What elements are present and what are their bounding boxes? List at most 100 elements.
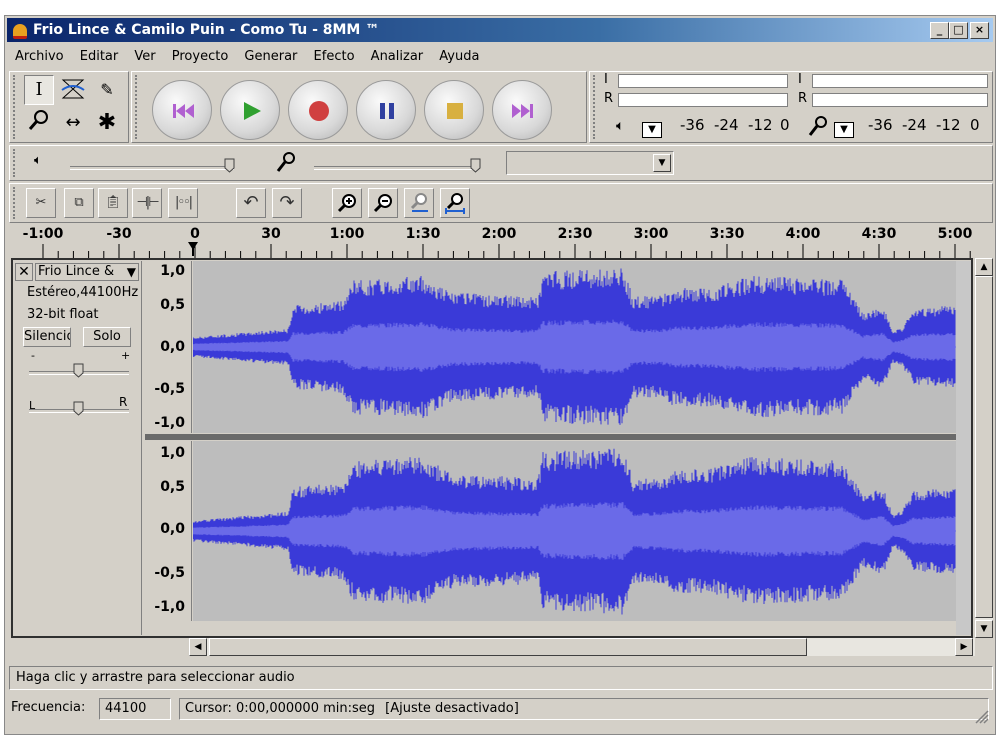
output-volume-thumb[interactable] [224,158,235,173]
speaker-icon[interactable]: 🔈︎ [616,118,624,134]
scroll-right-icon[interactable]: ▶ [955,638,973,656]
timeline-tick: 5:00 [937,226,973,242]
pan-thumb[interactable] [73,401,84,416]
solo-button[interactable]: Solo [83,327,131,347]
menu-analizar[interactable]: Analizar [365,46,429,68]
waveform-svg [193,448,956,615]
toolbar-grip[interactable] [593,75,601,139]
menu-ver[interactable]: Ver [128,46,161,68]
playback-dropdown-icon[interactable]: ▼ [642,122,662,138]
cursor-position: Cursor: 0:00,000000 min:seg [Ajuste desa… [179,698,989,720]
zoom-tool-icon[interactable] [24,108,54,138]
mixer-toolbar: 🔈︎ ▼ [9,145,993,181]
input-source-select[interactable]: ▼ [506,151,674,175]
resize-grip-icon[interactable] [975,710,989,724]
timeline-tick: 3:00 [633,226,669,242]
input-volume-slider[interactable] [314,166,478,170]
cursor-readout: Cursor: 0:00,000000 min:seg [185,701,376,716]
edit-toolbar: ✂ ⧉ 📋︎ ⊣|⊢ |◦◦| ↶ ↷ [9,183,993,223]
fast-forward-button[interactable] [492,80,552,140]
status-hint: Haga clic y arrastre para seleccionar au… [9,666,993,690]
toolbar-grip[interactable] [13,187,21,219]
vertical-scroll-thumb[interactable] [975,276,993,618]
gain-minus-label: - [31,349,35,362]
draw-tool-icon[interactable]: ✎ [92,75,122,105]
input-volume-thumb[interactable] [470,158,481,173]
rate-field[interactable]: 44100 [99,698,171,720]
pause-button[interactable] [356,80,416,140]
cut-icon[interactable]: ✂ [26,188,56,218]
window-title: Frio Lince & Camilo Puin - Como Tu - 8MM… [33,22,380,38]
timeline-tick: 2:30 [557,226,593,242]
envelope-tool-icon[interactable] [58,75,88,105]
gain-thumb[interactable] [73,363,84,378]
channel-separator [145,434,971,440]
vertical-scrollbar[interactable]: ▲ ▼ [975,258,993,638]
horizontal-scrollbar[interactable]: ◀ ▶ [189,638,975,656]
toolbar-grip[interactable] [135,75,143,139]
playback-tick-3: 0 [780,116,790,134]
playback-tick-1: -24 [714,116,739,134]
copy-icon[interactable]: ⧉ [64,188,94,218]
trim-icon[interactable]: ⊣|⊢ [132,188,162,218]
scroll-down-icon[interactable]: ▼ [975,620,993,638]
menu-efecto[interactable]: Efecto [308,46,361,68]
timeline-tick: 4:30 [861,226,897,242]
track-name-menu[interactable]: Frio Lince & ▼ [35,263,139,281]
redo-icon[interactable]: ↷ [272,188,302,218]
menu-proyecto[interactable]: Proyecto [166,46,235,68]
rewind-button[interactable] [152,80,212,140]
horizontal-scroll-thumb[interactable] [209,638,807,656]
scale-label: 0,5 [160,479,185,495]
menu-archivo[interactable]: Archivo [9,46,70,68]
silence-icon[interactable]: |◦◦| [168,188,198,218]
scroll-up-icon[interactable]: ▲ [975,258,993,276]
play-button[interactable] [220,80,280,140]
minimize-button[interactable]: _ [930,22,949,39]
record-button[interactable] [288,80,348,140]
timeshift-tool-icon[interactable]: ↔ [58,108,88,138]
zoom-out-icon[interactable] [368,188,398,218]
track-format: Estéreo,44100Hz [27,285,139,300]
paste-icon[interactable]: 📋︎ [98,188,128,218]
record-dropdown-icon[interactable]: ▼ [834,122,854,138]
microphone-icon[interactable] [808,116,828,142]
playhead-marker-icon [188,242,198,256]
mute-button[interactable]: Silencio [23,327,71,347]
zoom-in-icon[interactable] [332,188,362,218]
track-close-icon[interactable]: ✕ [15,263,33,281]
multi-tool-icon[interactable]: ✱ [92,108,122,138]
timeline-tick: 0 [190,226,200,242]
toolbar-grip[interactable] [13,75,21,139]
selection-tool-icon[interactable]: I [24,75,54,105]
close-button[interactable]: × [970,22,989,39]
fit-selection-icon[interactable] [404,188,434,218]
maximize-button[interactable]: □ [949,22,968,39]
tools-toolbar: I ✎ ↔ ✱ [9,71,129,143]
menu-editar[interactable]: Editar [74,46,125,68]
scale-label: -0,5 [154,565,185,581]
scroll-left-icon[interactable]: ◀ [189,638,207,656]
waveform-svg [193,268,956,425]
record-meter-right-label: R [798,91,808,106]
track-bitdepth: 32-bit float [27,307,99,322]
record-tick-3: 0 [970,116,980,134]
fit-project-icon[interactable] [440,188,470,218]
timeline-tick: 4:00 [785,226,821,242]
menu-generar[interactable]: Generar [238,46,303,68]
timeline-ruler[interactable]: -1:00 -30 0 30 1:00 1:30 2:00 2:30 3:00 3:30 4:00 4… [9,224,975,258]
snap-status: [Ajuste desactivado] [385,701,519,716]
chevron-down-icon[interactable]: ▼ [653,154,671,172]
record-meter-left [812,74,988,88]
track-control-panel: ✕ Frio Lince & ▼ Estéreo,44100Hz 32-bit … [13,261,142,635]
toolbar-grip[interactable] [13,149,21,177]
output-volume-slider[interactable] [70,166,234,170]
left-channel-waveform[interactable] [193,261,956,433]
undo-icon[interactable]: ↶ [236,188,266,218]
timeline-tick: 30 [261,226,281,242]
right-channel-waveform[interactable] [193,441,956,621]
stop-button[interactable] [424,80,484,140]
menu-ayuda[interactable]: Ayuda [433,46,485,68]
timeline-tick: 3:30 [709,226,745,242]
left-channel-scale: 1,0 0,5 0,0 -0,5 -1,0 [145,261,192,433]
